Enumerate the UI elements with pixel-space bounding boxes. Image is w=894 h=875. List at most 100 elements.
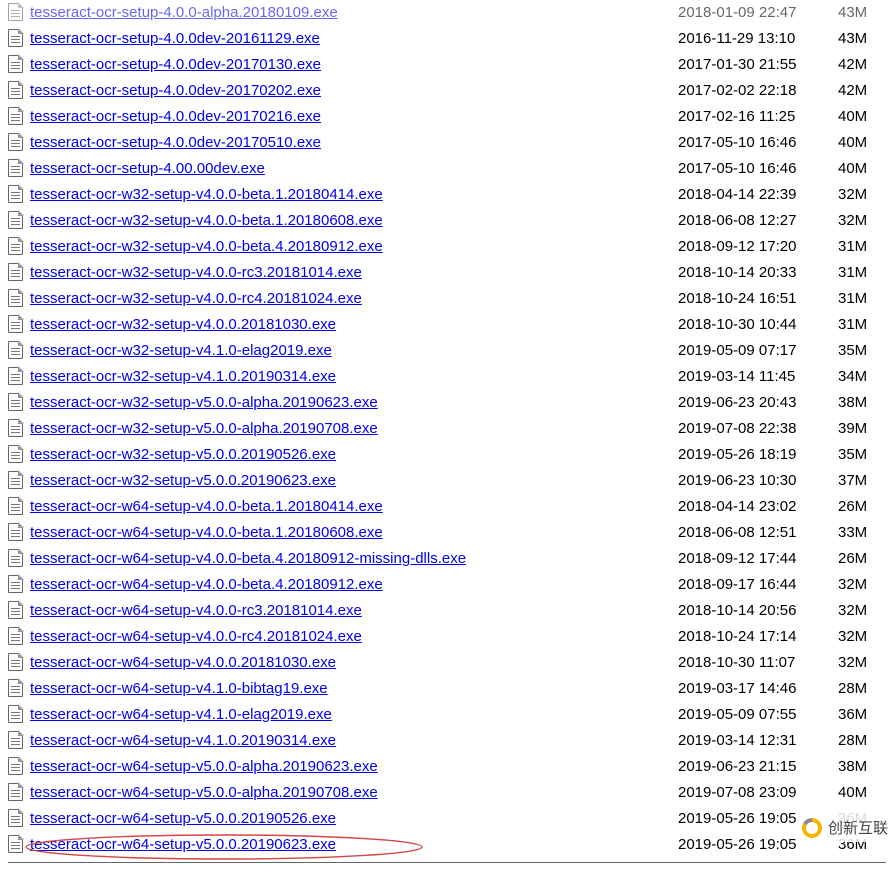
name-cell: tesseract-ocr-w64-setup-v4.0.0-rc3.20181… — [30, 598, 678, 624]
file-link[interactable]: tesseract-ocr-w64-setup-v5.0.0.20190526.… — [30, 810, 336, 827]
name-cell: tesseract-ocr-w64-setup-v5.0.0.20190623.… — [30, 832, 678, 858]
icon-cell — [8, 650, 30, 676]
table-row: tesseract-ocr-w32-setup-v4.1.0.20190314.… — [8, 364, 886, 390]
icon-cell — [8, 442, 30, 468]
file-link[interactable]: tesseract-ocr-w64-setup-v5.0.0.20190623.… — [30, 836, 336, 853]
file-link[interactable]: tesseract-ocr-w64-setup-v5.0.0-alpha.201… — [30, 784, 378, 801]
file-icon — [8, 393, 23, 411]
icon-cell — [8, 208, 30, 234]
table-row: tesseract-ocr-w64-setup-v4.0.0-rc3.20181… — [8, 598, 886, 624]
file-link[interactable]: tesseract-ocr-w32-setup-v4.0.0.20181030.… — [30, 316, 336, 333]
table-row: tesseract-ocr-setup-4.0.0-alpha.20180109… — [8, 0, 886, 26]
file-link[interactable]: tesseract-ocr-w32-setup-v4.1.0-elag2019.… — [30, 342, 332, 359]
file-link[interactable]: tesseract-ocr-w64-setup-v4.1.0-bibtag19.… — [30, 680, 328, 697]
file-link[interactable]: tesseract-ocr-setup-4.0.0dev-20170202.ex… — [30, 82, 321, 99]
file-link[interactable]: tesseract-ocr-w64-setup-v4.1.0.20190314.… — [30, 732, 336, 749]
size-cell: 28M — [838, 676, 886, 702]
size-cell: 43M — [838, 0, 886, 26]
name-cell: tesseract-ocr-w64-setup-v4.0.0.20181030.… — [30, 650, 678, 676]
file-link[interactable]: tesseract-ocr-w64-setup-v4.0.0-beta.4.20… — [30, 576, 383, 593]
size-cell: 31M — [838, 234, 886, 260]
directory-listing-page: tesseract-ocr-setup-4.0.0-alpha.20180109… — [0, 0, 894, 875]
file-link[interactable]: tesseract-ocr-w32-setup-v4.1.0.20190314.… — [30, 368, 336, 385]
size-cell: 26M — [838, 494, 886, 520]
name-cell: tesseract-ocr-w32-setup-v5.0.0-alpha.201… — [30, 390, 678, 416]
file-link[interactable]: tesseract-ocr-w32-setup-v4.0.0-beta.1.20… — [30, 212, 383, 229]
file-link[interactable]: tesseract-ocr-setup-4.00.00dev.exe — [30, 160, 265, 177]
date-cell: 2016-11-29 13:10 — [678, 26, 838, 52]
file-link[interactable]: tesseract-ocr-setup-4.0.0dev-20161129.ex… — [30, 30, 320, 47]
file-link[interactable]: tesseract-ocr-w64-setup-v4.0.0-rc3.20181… — [30, 602, 362, 619]
icon-cell — [8, 572, 30, 598]
file-link[interactable]: tesseract-ocr-w64-setup-v4.0.0-beta.1.20… — [30, 498, 383, 515]
name-cell: tesseract-ocr-w64-setup-v4.0.0-rc4.20181… — [30, 624, 678, 650]
icon-cell — [8, 390, 30, 416]
table-row: tesseract-ocr-w64-setup-v5.0.0-alpha.201… — [8, 780, 886, 806]
icon-cell — [8, 234, 30, 260]
size-cell: 31M — [838, 260, 886, 286]
size-cell: 32M — [838, 182, 886, 208]
file-link[interactable]: tesseract-ocr-w64-setup-v4.0.0-rc4.20181… — [30, 628, 362, 645]
file-link[interactable]: tesseract-ocr-w32-setup-v4.0.0-rc3.20181… — [30, 264, 362, 281]
file-icon — [8, 237, 23, 255]
name-cell: tesseract-ocr-w64-setup-v4.0.0-beta.1.20… — [30, 520, 678, 546]
table-row: tesseract-ocr-w32-setup-v4.0.0-beta.1.20… — [8, 182, 886, 208]
icon-cell — [8, 728, 30, 754]
date-cell: 2019-07-08 22:38 — [678, 416, 838, 442]
name-cell: tesseract-ocr-setup-4.0.0dev-20170130.ex… — [30, 52, 678, 78]
icon-cell — [8, 624, 30, 650]
file-icon — [8, 315, 23, 333]
name-cell: tesseract-ocr-setup-4.0.0dev-20161129.ex… — [30, 26, 678, 52]
file-link[interactable]: tesseract-ocr-w64-setup-v4.1.0-elag2019.… — [30, 706, 332, 723]
file-icon — [8, 731, 23, 749]
name-cell: tesseract-ocr-w64-setup-v5.0.0-alpha.201… — [30, 754, 678, 780]
name-cell: tesseract-ocr-w64-setup-v5.0.0-alpha.201… — [30, 780, 678, 806]
table-row: tesseract-ocr-setup-4.0.0dev-20161129.ex… — [8, 26, 886, 52]
file-icon — [8, 367, 23, 385]
file-link[interactable]: tesseract-ocr-w32-setup-v5.0.0-alpha.201… — [30, 394, 378, 411]
file-link[interactable]: tesseract-ocr-w64-setup-v5.0.0-alpha.201… — [30, 758, 378, 775]
icon-cell — [8, 364, 30, 390]
date-cell: 2018-06-08 12:27 — [678, 208, 838, 234]
table-row: tesseract-ocr-w32-setup-v4.0.0-rc4.20181… — [8, 286, 886, 312]
file-icon — [8, 601, 23, 619]
date-cell: 2018-04-14 22:39 — [678, 182, 838, 208]
date-cell: 2019-03-14 12:31 — [678, 728, 838, 754]
file-table: tesseract-ocr-setup-4.0.0-alpha.20180109… — [8, 0, 886, 858]
size-cell: 42M — [838, 52, 886, 78]
file-link[interactable]: tesseract-ocr-w32-setup-v5.0.0-alpha.201… — [30, 420, 378, 437]
file-icon — [8, 263, 23, 281]
name-cell: tesseract-ocr-setup-4.0.0-alpha.20180109… — [30, 0, 678, 26]
file-link[interactable]: tesseract-ocr-w32-setup-v4.0.0-rc4.20181… — [30, 290, 362, 307]
file-link[interactable]: tesseract-ocr-setup-4.0.0dev-20170216.ex… — [30, 108, 321, 125]
table-row: tesseract-ocr-w64-setup-v4.0.0-beta.4.20… — [8, 546, 886, 572]
file-link[interactable]: tesseract-ocr-setup-4.0.0dev-20170510.ex… — [30, 134, 321, 151]
name-cell: tesseract-ocr-setup-4.0.0dev-20170510.ex… — [30, 130, 678, 156]
table-row: tesseract-ocr-setup-4.0.0dev-20170510.ex… — [8, 130, 886, 156]
date-cell: 2018-09-12 17:44 — [678, 546, 838, 572]
icon-cell — [8, 832, 30, 858]
file-link[interactable]: tesseract-ocr-w64-setup-v4.0.0-beta.4.20… — [30, 550, 466, 567]
file-link[interactable]: tesseract-ocr-setup-4.0.0-alpha.20180109… — [30, 4, 338, 21]
file-icon — [8, 523, 23, 541]
table-row: tesseract-ocr-setup-4.00.00dev.exe2017-0… — [8, 156, 886, 182]
name-cell: tesseract-ocr-w32-setup-v4.0.0-beta.1.20… — [30, 182, 678, 208]
name-cell: tesseract-ocr-w32-setup-v4.0.0.20181030.… — [30, 312, 678, 338]
icon-cell — [8, 416, 30, 442]
name-cell: tesseract-ocr-w64-setup-v4.1.0.20190314.… — [30, 728, 678, 754]
file-link[interactable]: tesseract-ocr-setup-4.0.0dev-20170130.ex… — [30, 56, 321, 73]
name-cell: tesseract-ocr-w64-setup-v4.0.0-beta.1.20… — [30, 494, 678, 520]
icon-cell — [8, 52, 30, 78]
file-link[interactable]: tesseract-ocr-w64-setup-v4.0.0.20181030.… — [30, 654, 336, 671]
date-cell: 2019-05-09 07:17 — [678, 338, 838, 364]
icon-cell — [8, 260, 30, 286]
file-link[interactable]: tesseract-ocr-w32-setup-v4.0.0-beta.4.20… — [30, 238, 383, 255]
file-link[interactable]: tesseract-ocr-w32-setup-v4.0.0-beta.1.20… — [30, 186, 383, 203]
file-link[interactable]: tesseract-ocr-w64-setup-v4.0.0-beta.1.20… — [30, 524, 383, 541]
watermark-text: 创新互联 — [828, 817, 888, 838]
table-row: tesseract-ocr-w32-setup-v5.0.0-alpha.201… — [8, 416, 886, 442]
file-link[interactable]: tesseract-ocr-w32-setup-v5.0.0.20190623.… — [30, 472, 336, 489]
file-link[interactable]: tesseract-ocr-w32-setup-v5.0.0.20190526.… — [30, 446, 336, 463]
size-cell: 37M — [838, 468, 886, 494]
icon-cell — [8, 468, 30, 494]
